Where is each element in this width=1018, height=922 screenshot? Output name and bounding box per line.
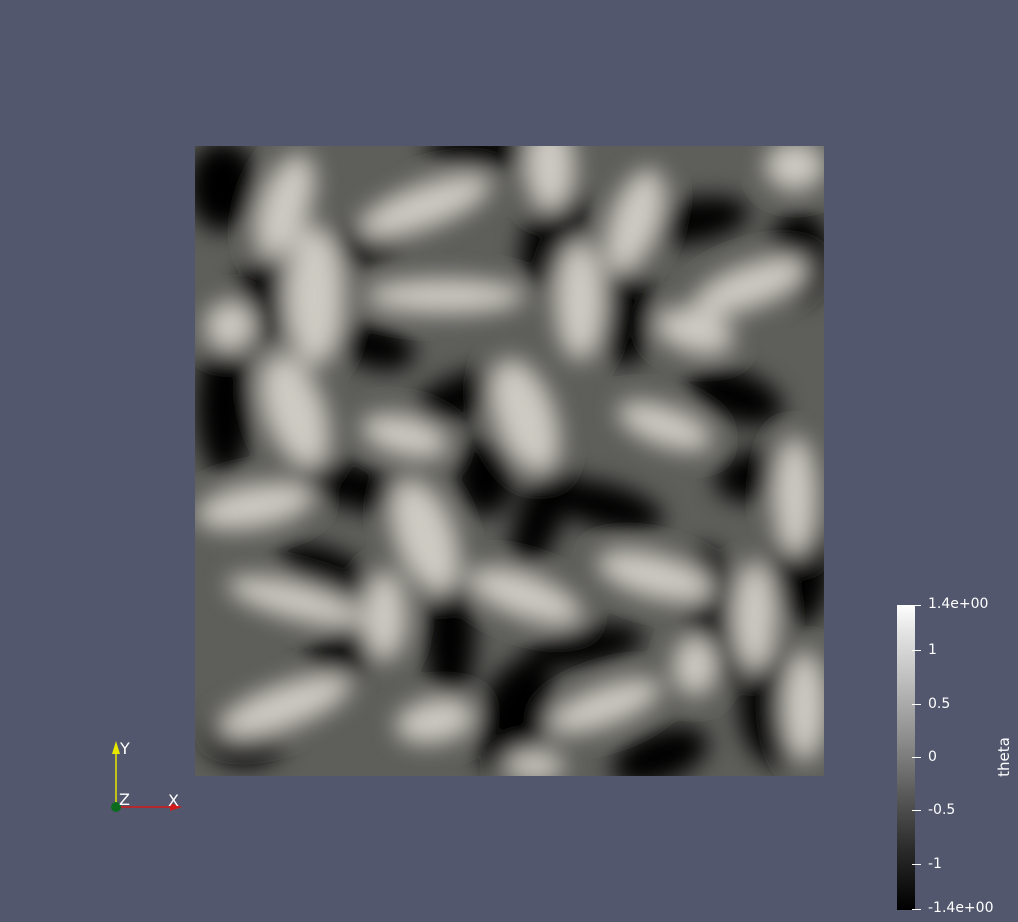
legend-tick [912,864,921,865]
legend-tick [912,909,921,910]
legend-tick [912,810,921,811]
field-plot [195,146,824,776]
legend-tick-label: 0 [928,749,937,765]
legend-tick-label-max: 1.4e+00 [928,596,989,612]
z-axis-label: Z [119,790,130,809]
color-legend-title: theta [995,737,1013,777]
legend-tick [912,650,921,651]
legend-tick-label: -0.5 [928,802,956,818]
legend-tick [912,704,921,705]
x-axis-label: X [168,791,179,810]
legend-tick-label-min: -1.4e+00 [928,900,994,916]
legend-tick [912,757,921,758]
legend-tick-label: 1 [928,642,937,658]
legend-tick-label: -1 [928,856,942,872]
y-axis-label: Y [119,739,130,758]
legend-tick [912,605,921,606]
orientation-axes: Y Z X [111,739,182,812]
legend-tick-label: 0.5 [928,696,951,712]
render-viewport[interactable]: Y Z X 1.4e+00 1 0.5 0 -0.5 -1 -1.4e+00 t… [0,0,1018,922]
y-axis-arrow [112,741,120,754]
